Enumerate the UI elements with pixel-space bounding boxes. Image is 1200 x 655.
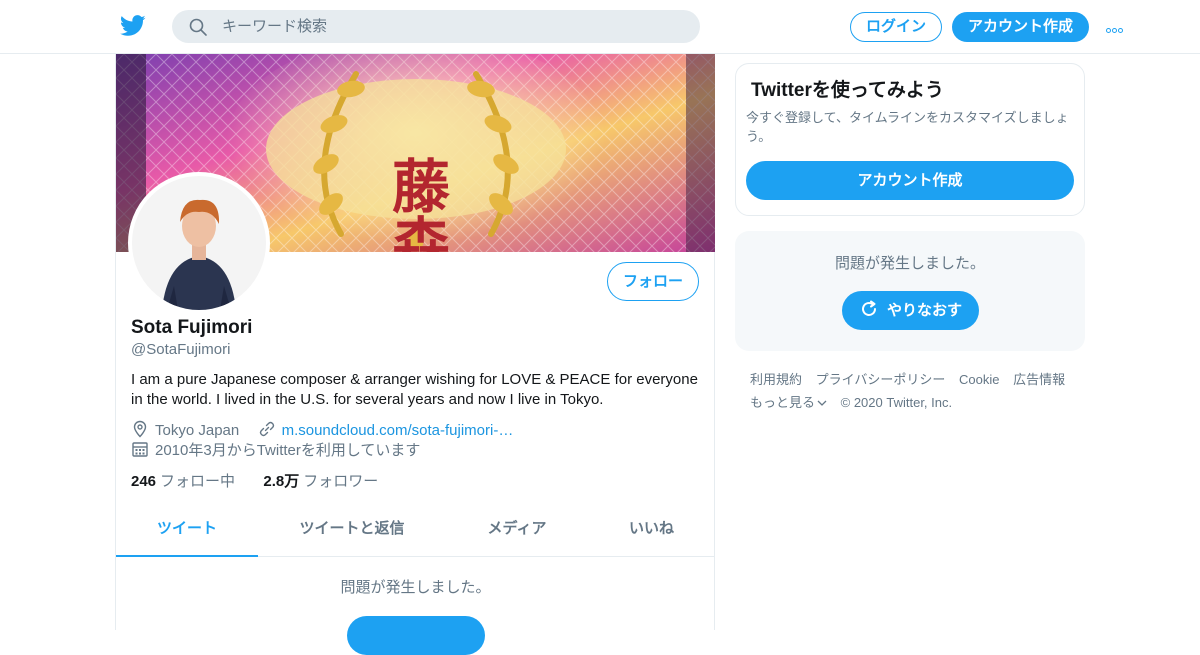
following-label: フォロー中 xyxy=(160,473,236,490)
followers-stat[interactable]: 2.8万 フォロワー xyxy=(263,473,378,490)
profile-location: Tokyo Japan xyxy=(155,422,240,439)
banner-kanji: 藤森 xyxy=(382,156,450,252)
profile-handle: @SotaFujimori xyxy=(131,341,231,358)
retry-button[interactable]: やりなおす xyxy=(842,291,979,330)
retry-label: やりなおす xyxy=(886,302,962,319)
calendar-icon xyxy=(132,442,148,457)
location-icon xyxy=(133,420,147,438)
sidebar-error-box: 問題が発生しました。 やりなおす xyxy=(735,231,1085,351)
search-bar xyxy=(172,10,700,43)
footer-link-more[interactable]: もっと見る xyxy=(750,395,827,410)
timeline-error-text: 問題が発生しました。 xyxy=(340,579,491,596)
signup-card-button[interactable]: アカウント作成 xyxy=(746,161,1074,200)
signup-card-title: Twitterを使ってみよう xyxy=(751,80,944,101)
login-button[interactable]: ログイン xyxy=(850,12,942,42)
footer-link-ads[interactable]: 広告情報 xyxy=(1013,372,1065,387)
following-stat[interactable]: 246 フォロー中 xyxy=(131,473,235,490)
footer-link-terms[interactable]: 利用規約 xyxy=(750,372,802,387)
profile-url-link[interactable]: m.soundcloud.com/sota-fujimori-… xyxy=(282,422,514,439)
search-input[interactable] xyxy=(222,10,682,43)
profile-bio: I am a pure Japanese composer & arranger… xyxy=(131,371,698,408)
footer-link-cookie[interactable]: Cookie xyxy=(959,372,999,387)
footer-more-label: もっと見る xyxy=(750,395,816,410)
tab-likes[interactable]: いいね xyxy=(588,502,715,557)
search-icon xyxy=(189,18,207,36)
followers-count: 2.8万 xyxy=(263,473,300,490)
profile-name: Sota Fujimori xyxy=(131,317,253,338)
signup-card: Twitterを使ってみよう 今すぐ登録して、タイムラインをカスタマイズしましょ… xyxy=(735,63,1085,216)
signup-button[interactable]: アカウント作成 xyxy=(952,12,1089,42)
footer-copyright: © 2020 Twitter, Inc. xyxy=(840,395,953,410)
signup-card-description: 今すぐ登録して、タイムラインをカスタマイズしましょう。 xyxy=(746,110,1069,144)
profile-joined-date: 2010年3月からTwitterを利用しています xyxy=(155,442,421,459)
tab-tweets-and-replies[interactable]: ツイートと返信 xyxy=(258,502,446,557)
top-bar: ログイン アカウント作成 xyxy=(0,0,1200,54)
timeline-retry-button[interactable] xyxy=(347,616,485,655)
avatar[interactable] xyxy=(128,172,270,314)
tab-tweets[interactable]: ツイート xyxy=(116,502,258,557)
more-options-icon[interactable] xyxy=(1106,20,1130,34)
footer-link-privacy[interactable]: プライバシーポリシー xyxy=(816,372,946,387)
tab-media[interactable]: メディア xyxy=(446,502,588,557)
profile-stats: 246 フォロー中 2.8万 フォロワー xyxy=(131,470,378,491)
profile-column: 藤森 フォロー Sota Fujimori @SotaFujimori I am… xyxy=(115,54,715,655)
refresh-icon xyxy=(862,300,876,316)
twitter-bird-icon[interactable] xyxy=(120,14,146,38)
avatar-photo xyxy=(132,176,266,310)
followers-label: フォロワー xyxy=(303,473,379,490)
follow-button[interactable]: フォロー xyxy=(607,262,699,301)
footer-links: 利用規約 プライバシーポリシー Cookie 広告情報 もっと見る © 2020… xyxy=(750,368,1080,414)
profile-meta-row: Tokyo Japan m.soundcloud.com/sota-fujimo… xyxy=(131,420,513,440)
chevron-down-icon xyxy=(817,400,827,406)
link-icon xyxy=(259,421,274,437)
following-count: 246 xyxy=(131,473,157,490)
profile-joined-row: 2010年3月からTwitterを利用しています xyxy=(131,440,420,460)
profile-tabs: ツイート ツイートと返信 メディア いいね xyxy=(116,502,715,557)
sidebar-error-text: 問題が発生しました。 xyxy=(834,255,985,272)
